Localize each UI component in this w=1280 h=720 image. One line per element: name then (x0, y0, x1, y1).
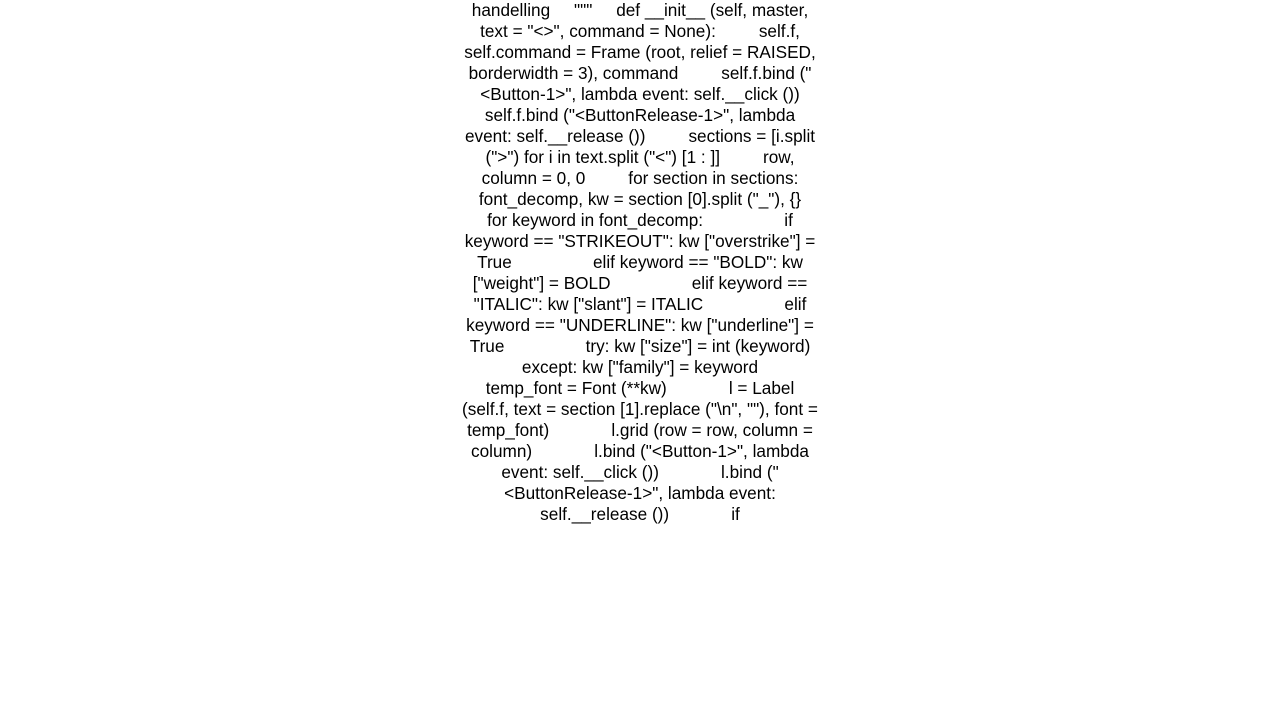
code-text-block: handelling """ def __init__ (self, maste… (460, 0, 820, 525)
page: handelling """ def __init__ (self, maste… (0, 0, 1280, 720)
